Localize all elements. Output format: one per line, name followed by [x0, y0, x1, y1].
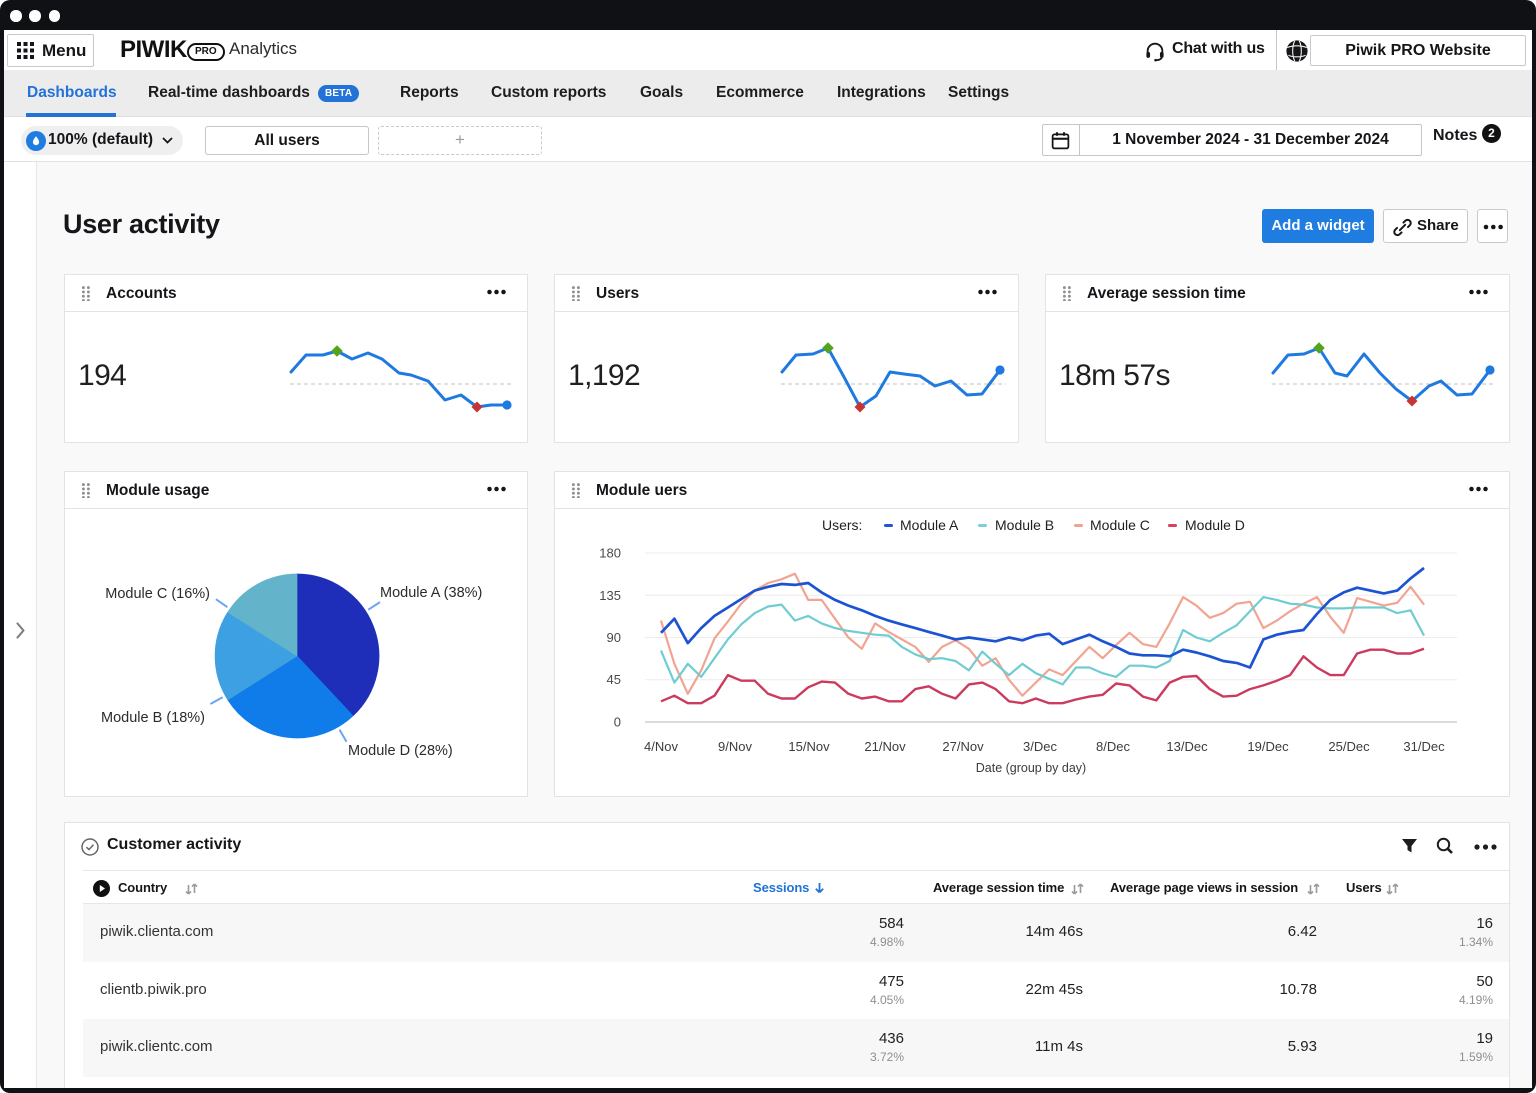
svg-text:27/Nov: 27/Nov: [942, 739, 984, 754]
svg-text:4/Nov: 4/Nov: [644, 739, 678, 754]
svg-text:135: 135: [599, 588, 621, 603]
svg-text:45: 45: [607, 672, 621, 687]
svg-text:13/Dec: 13/Dec: [1166, 739, 1208, 754]
svg-text:9/Nov: 9/Nov: [718, 739, 752, 754]
svg-text:19/Dec: 19/Dec: [1247, 739, 1289, 754]
svg-text:21/Nov: 21/Nov: [864, 739, 906, 754]
svg-text:25/Dec: 25/Dec: [1328, 739, 1370, 754]
svg-text:31/Dec: 31/Dec: [1403, 739, 1445, 754]
svg-text:3/Dec: 3/Dec: [1023, 739, 1057, 754]
svg-text:8/Dec: 8/Dec: [1096, 739, 1130, 754]
svg-text:0: 0: [614, 715, 621, 730]
svg-text:180: 180: [599, 546, 621, 561]
svg-text:90: 90: [607, 630, 621, 645]
svg-text:15/Nov: 15/Nov: [788, 739, 830, 754]
svg-text:Date (group by day): Date (group by day): [976, 761, 1086, 775]
